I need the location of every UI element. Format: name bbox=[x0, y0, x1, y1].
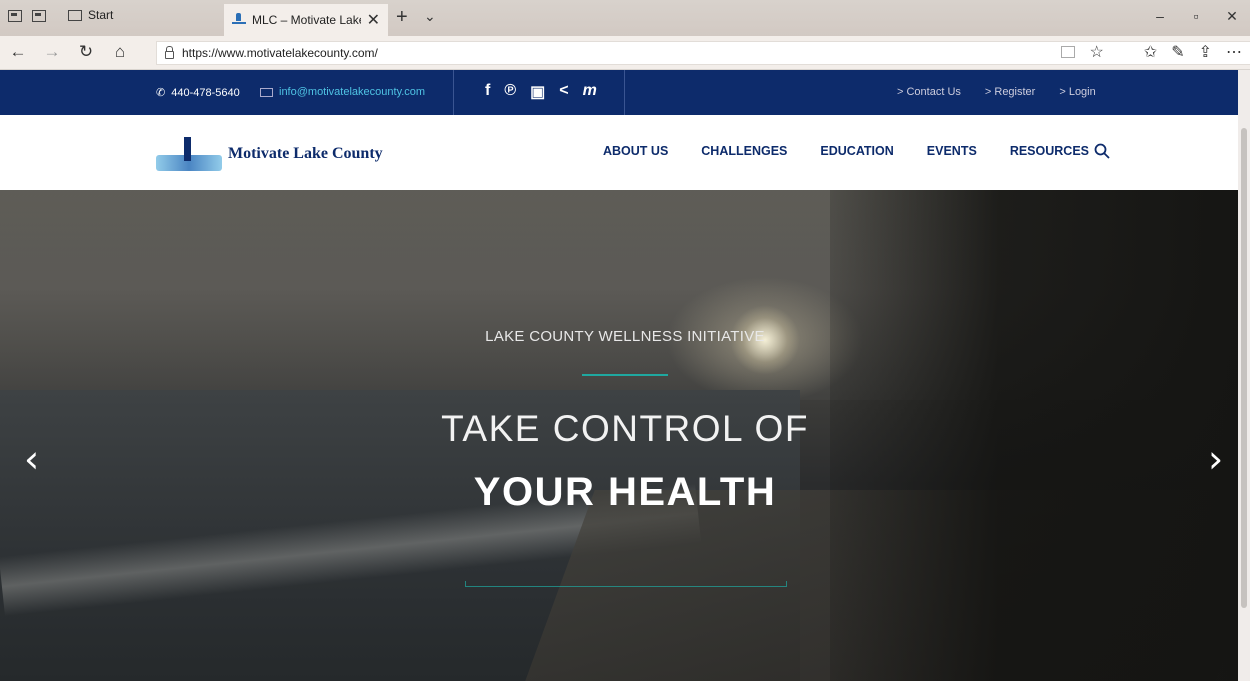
forward-icon[interactable]: → bbox=[42, 42, 62, 62]
hero-bottom-line bbox=[465, 581, 787, 587]
more-options-icon[interactable]: ⋯ bbox=[1226, 42, 1242, 62]
share-icon[interactable]: < bbox=[559, 82, 568, 102]
lock-icon bbox=[165, 46, 174, 59]
youtube-icon[interactable]: ▣ bbox=[530, 82, 545, 102]
envelope-icon bbox=[260, 87, 273, 97]
tabs-aside-icon[interactable] bbox=[8, 10, 22, 22]
share-page-icon[interactable]: ⇪ bbox=[1199, 42, 1212, 62]
site-logo[interactable]: Motivate Lake County bbox=[156, 137, 383, 171]
tab-title: MLC – Motivate Lake Cc bbox=[252, 13, 361, 27]
search-icon[interactable] bbox=[1094, 143, 1110, 159]
close-tab-icon[interactable]: ✕ bbox=[367, 10, 380, 30]
phone-number: 440-478-5640 bbox=[171, 86, 240, 99]
reading-view-icon[interactable] bbox=[1061, 46, 1076, 58]
hero-headline-line-2: YOUR HEALTH bbox=[473, 470, 777, 514]
nav-education[interactable]: EDUCATION bbox=[820, 144, 893, 158]
url-text: https://www.motivatelakecounty.com/ bbox=[182, 46, 378, 60]
tab-active[interactable]: MLC – Motivate Lake Cc ✕ bbox=[224, 4, 388, 36]
divider bbox=[453, 70, 454, 115]
window-controls: – ▫ ✕ bbox=[1142, 0, 1250, 32]
hero-headline-line-1: TAKE CONTROL OF bbox=[441, 408, 809, 449]
hero-kicker: LAKE COUNTY WELLNESS INITIATIVE bbox=[485, 328, 765, 345]
refresh-icon[interactable]: ↻ bbox=[76, 42, 96, 62]
topbar-links: > Contact Us > Register > Login bbox=[897, 86, 1096, 98]
page-scrollbar[interactable] bbox=[1238, 70, 1250, 681]
minimize-icon[interactable]: – bbox=[1142, 0, 1178, 32]
address-bar-row: ← → ↻ ⌂ https://www.motivatelakecounty.c… bbox=[0, 36, 1250, 70]
site-favicon-icon bbox=[232, 13, 246, 24]
tab-preview-chevron-icon[interactable]: ⌄ bbox=[424, 8, 436, 25]
site-topbar: ✆ 440-478-5640 info@motivatelakecounty.c… bbox=[0, 70, 1250, 115]
site-header: Motivate Lake County ABOUT US CHALLENGES… bbox=[0, 115, 1250, 190]
email-contact[interactable]: info@motivatelakecounty.com bbox=[260, 86, 425, 98]
email-address: info@motivatelakecounty.com bbox=[279, 86, 426, 98]
favorites-hub-icon[interactable]: ✩ bbox=[1144, 42, 1157, 62]
close-window-icon[interactable]: ✕ bbox=[1214, 0, 1250, 32]
login-link[interactable]: > Login bbox=[1059, 86, 1095, 98]
nav-about-us[interactable]: ABOUT US bbox=[603, 144, 668, 158]
slider-prev-icon[interactable]: ‹ bbox=[24, 440, 39, 478]
new-tab-icon[interactable]: + bbox=[396, 6, 408, 29]
hero-accent-line bbox=[582, 374, 668, 376]
divider bbox=[624, 70, 625, 115]
pinterest-icon[interactable]: ℗ bbox=[504, 82, 516, 102]
hero-slider: LAKE COUNTY WELLNESS INITIATIVE TAKE CON… bbox=[0, 190, 1250, 681]
tab-actions bbox=[8, 10, 46, 22]
phone-contact[interactable]: ✆ 440-478-5640 bbox=[156, 86, 240, 100]
brand-name: Motivate Lake County bbox=[228, 145, 383, 162]
web-note-icon[interactable]: ✎ bbox=[1171, 42, 1184, 62]
restore-tabs-icon[interactable] bbox=[32, 10, 46, 22]
home-icon[interactable]: ⌂ bbox=[110, 42, 130, 62]
favorite-star-icon[interactable]: ☆ bbox=[1089, 42, 1103, 62]
tab-start[interactable]: Start bbox=[68, 8, 113, 22]
phone-icon: ✆ bbox=[156, 87, 166, 99]
nav-resources[interactable]: RESOURCES bbox=[1010, 144, 1089, 158]
nav-challenges[interactable]: CHALLENGES bbox=[701, 144, 787, 158]
nav-events[interactable]: EVENTS bbox=[927, 144, 977, 158]
meetup-icon[interactable]: m bbox=[583, 82, 597, 102]
tab-start-label: Start bbox=[88, 8, 114, 22]
maximize-icon[interactable]: ▫ bbox=[1178, 0, 1214, 32]
slider-next-icon[interactable]: › bbox=[1208, 440, 1223, 478]
browser-toolbar-right: ☆ ✩ ✎ ⇪ ⋯ bbox=[1061, 42, 1250, 62]
lighthouse-logo-icon bbox=[156, 137, 222, 171]
social-links: f ℗ ▣ < m bbox=[485, 82, 597, 102]
browser-tab-strip: Start MLC – Motivate Lake Cc ✕ + ⌄ – ▫ ✕ bbox=[0, 0, 1250, 36]
contact-us-link[interactable]: > Contact Us bbox=[897, 86, 961, 98]
register-link[interactable]: > Register bbox=[985, 86, 1035, 98]
back-icon[interactable]: ← bbox=[8, 42, 28, 62]
scrollbar-thumb[interactable] bbox=[1241, 128, 1247, 608]
main-nav: ABOUT US CHALLENGES EDUCATION EVENTS RES… bbox=[603, 144, 1122, 158]
facebook-icon[interactable]: f bbox=[485, 82, 490, 102]
start-page-icon bbox=[68, 9, 82, 21]
navigation-buttons: ← → ↻ ⌂ bbox=[8, 42, 130, 62]
